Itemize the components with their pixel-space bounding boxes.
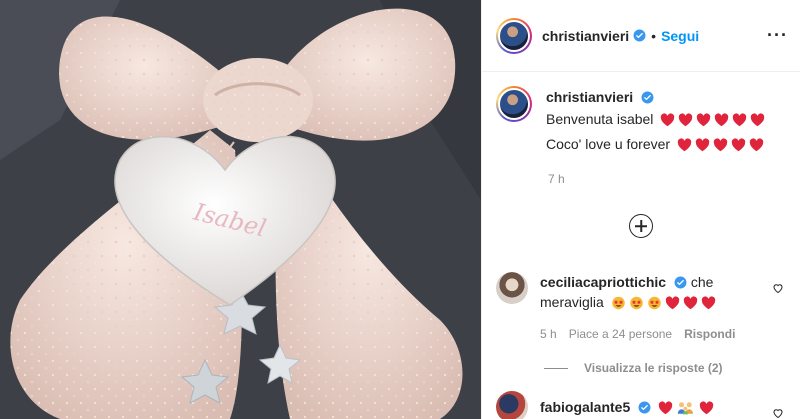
- red-heart-icon: [749, 138, 764, 152]
- more-options-icon[interactable]: ···: [767, 25, 788, 46]
- star-struck-emoji-icon: [611, 296, 625, 310]
- caption-avatar[interactable]: [496, 86, 532, 122]
- plus-circle-icon[interactable]: [629, 214, 653, 238]
- replies-divider: [544, 367, 568, 369]
- red-heart-icon: [715, 113, 729, 127]
- view-replies-label: Visualizza le risposte (2): [584, 361, 723, 375]
- comment-timestamp[interactable]: 5 h: [540, 327, 557, 341]
- load-more-comments[interactable]: [482, 214, 800, 238]
- comment-item: fabiogalante5: [482, 391, 800, 419]
- comment-emojis: [608, 295, 716, 315]
- comment-emojis: [655, 400, 714, 419]
- red-heart-icon: [683, 296, 697, 310]
- red-heart-icon: [699, 401, 714, 415]
- caption-text-line2: Coco' love u forever: [546, 136, 671, 152]
- view-replies-button[interactable]: Visualizza le risposte (2): [544, 361, 800, 375]
- red-heart-icon: [695, 138, 710, 152]
- comment-likes-count[interactable]: Piace a 24 persone: [569, 327, 672, 341]
- caption-hearts-line1: [657, 111, 765, 133]
- post-photo[interactable]: Isabel: [0, 0, 481, 419]
- commenter-username[interactable]: fabiogalante5: [540, 399, 630, 415]
- red-heart-icon: [677, 138, 692, 152]
- post-side-panel: christianvieri • Segui ··· christianvier…: [481, 0, 800, 419]
- red-heart-icon: [701, 296, 715, 310]
- red-heart-icon: [679, 113, 693, 127]
- commenter-avatar[interactable]: [496, 391, 528, 419]
- caption-username[interactable]: christianvieri: [546, 89, 633, 105]
- verified-badge-icon: [638, 401, 651, 414]
- follow-button[interactable]: Segui: [661, 28, 699, 44]
- commenter-username[interactable]: ceciliacapriottichic: [540, 274, 666, 290]
- red-heart-icon: [661, 113, 675, 127]
- post-caption: christianvieri Benvenuta isabel Coco' lo…: [482, 72, 800, 158]
- caption-text-line1: Benvenuta isabel: [546, 111, 654, 127]
- red-heart-icon: [697, 113, 711, 127]
- verified-badge-icon: [674, 276, 687, 289]
- family-emoji-icon: [677, 402, 694, 415]
- author-username[interactable]: christianvieri: [542, 28, 629, 44]
- caption-hearts-line2: [674, 136, 764, 158]
- comment-item: ceciliacapriottichic che meraviglia: [482, 272, 800, 315]
- red-heart-icon: [733, 113, 747, 127]
- post-header: christianvieri • Segui ···: [482, 0, 800, 72]
- like-heart-icon[interactable]: [772, 407, 784, 419]
- post-timestamp[interactable]: 7 h: [548, 172, 800, 186]
- verified-badge-icon: [641, 91, 654, 104]
- star-struck-emoji-icon: [647, 296, 661, 310]
- separator-dot: •: [651, 27, 657, 44]
- comment-meta: 5 h Piace a 24 persone Rispondi: [540, 327, 800, 341]
- red-heart-icon: [713, 138, 728, 152]
- red-heart-icon: [658, 401, 673, 415]
- reply-button[interactable]: Rispondi: [684, 327, 735, 341]
- red-heart-icon: [665, 296, 679, 310]
- like-heart-icon[interactable]: [772, 282, 784, 294]
- author-avatar[interactable]: [496, 17, 532, 54]
- red-heart-icon: [731, 138, 746, 152]
- verified-badge-icon: [633, 29, 646, 42]
- commenter-avatar[interactable]: [496, 272, 528, 304]
- red-heart-icon: [751, 113, 765, 127]
- star-struck-emoji-icon: [629, 296, 643, 310]
- bow-with-heart-image: Isabel: [0, 0, 481, 419]
